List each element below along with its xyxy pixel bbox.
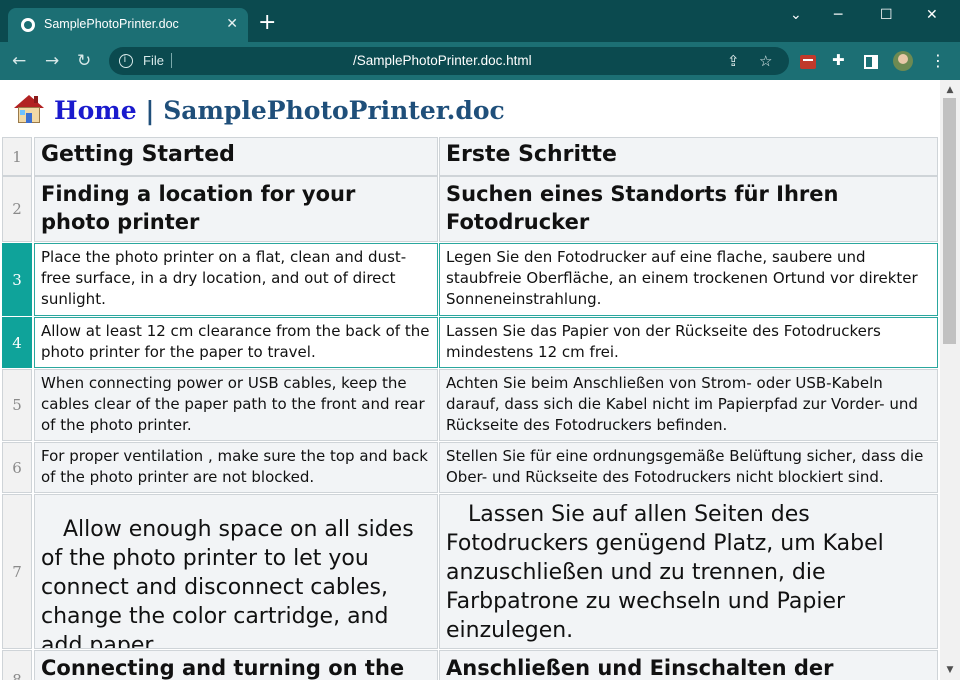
info-icon[interactable] xyxy=(119,54,133,68)
row-number: 3 xyxy=(2,243,32,316)
page-header: Home | SamplePhotoPrinter.doc xyxy=(14,94,505,127)
source-cell[interactable]: When connecting power or USB cables, kee… xyxy=(34,369,438,441)
source-cell[interactable]: Place the photo printer on a flat, clean… xyxy=(34,243,438,316)
maximize-button[interactable]: ☐ xyxy=(880,6,893,24)
target-cell[interactable]: Lassen Sie auf allen Seiten des Fotodruc… xyxy=(439,494,938,649)
scheme-label: File xyxy=(143,53,164,68)
table-row-selected[interactable]: 4 Allow at least 12 cm clearance from th… xyxy=(2,317,938,368)
bookmark-star-icon[interactable]: ☆ xyxy=(759,52,772,70)
browser-toolbar: ← → ↻ File /SamplePhotoPrinter.doc.html … xyxy=(0,42,960,80)
source-cell[interactable]: Finding a location for your photo printe… xyxy=(34,176,438,242)
tab-close-icon[interactable]: ✕ xyxy=(226,16,238,32)
row-number: 1 xyxy=(2,137,32,176)
address-bar[interactable]: File /SamplePhotoPrinter.doc.html ⇪ ☆ xyxy=(109,47,789,75)
table-row[interactable]: 8 Connecting and turning on the Anschlie… xyxy=(2,650,938,680)
browser-tab[interactable]: SamplePhotoPrinter.doc ✕ xyxy=(8,8,248,42)
row-number: 7 xyxy=(2,494,32,649)
table-row[interactable]: 7 Allow enough space on all sides of the… xyxy=(2,494,938,649)
target-cell[interactable]: Anschließen und Einschalten der xyxy=(439,650,938,680)
target-cell[interactable]: Achten Sie beim Anschließen von Strom- o… xyxy=(439,369,938,441)
browser-menu-icon[interactable]: ⋮ xyxy=(930,53,946,69)
browser-tab-strip: SamplePhotoPrinter.doc ✕ + ⌄ ─ ☐ ✕ xyxy=(0,0,960,42)
share-icon[interactable]: ⇪ xyxy=(727,52,740,70)
source-cell[interactable]: Getting Started xyxy=(34,137,438,176)
document-title: SamplePhotoPrinter.doc xyxy=(163,96,505,125)
row-number: 8 xyxy=(2,650,32,680)
row-number: 6 xyxy=(2,442,32,493)
back-button[interactable]: ← xyxy=(12,51,26,71)
table-row[interactable]: 6 For proper ventilation , make sure the… xyxy=(2,442,938,493)
extensions-puzzle-icon[interactable]: ✚ xyxy=(832,52,845,68)
source-cell[interactable]: Connecting and turning on the xyxy=(34,650,438,680)
table-row[interactable]: 1 Getting Started Erste Schritte xyxy=(2,137,938,176)
home-link[interactable]: Home xyxy=(54,96,137,125)
table-row[interactable]: 5 When connecting power or USB cables, k… xyxy=(2,369,938,441)
close-window-button[interactable]: ✕ xyxy=(926,6,938,24)
vertical-scrollbar[interactable]: ▲ ▼ xyxy=(940,80,960,680)
address-divider xyxy=(171,53,172,68)
source-cell[interactable]: Allow at least 12 cm clearance from the … xyxy=(34,317,438,368)
profile-avatar[interactable] xyxy=(893,51,913,71)
scrollbar-thumb[interactable] xyxy=(943,98,956,344)
table-row-selected[interactable]: 3 Place the photo printer on a flat, cle… xyxy=(2,243,938,316)
target-cell[interactable]: Suchen eines Standorts für Ihren Fotodru… xyxy=(439,176,938,242)
row-number: 2 xyxy=(2,176,32,242)
source-cell[interactable]: Allow enough space on all sides of the p… xyxy=(34,494,438,649)
target-cell[interactable]: Erste Schritte xyxy=(439,137,938,176)
title-separator: | xyxy=(145,96,155,125)
scroll-up-arrow-icon[interactable]: ▲ xyxy=(940,82,960,98)
target-cell[interactable]: Stellen Sie für eine ordnungsgemäße Belü… xyxy=(439,442,938,493)
table-row[interactable]: 2 Finding a location for your photo prin… xyxy=(2,176,938,242)
forward-button[interactable]: → xyxy=(45,51,59,71)
reload-button[interactable]: ↻ xyxy=(77,51,91,71)
row-number: 4 xyxy=(2,317,32,368)
target-cell[interactable]: Legen Sie den Fotodrucker auf eine flach… xyxy=(439,243,938,316)
house-icon xyxy=(14,94,44,124)
scroll-down-arrow-icon[interactable]: ▼ xyxy=(940,662,960,678)
minimize-button[interactable]: ─ xyxy=(834,6,842,24)
source-cell[interactable]: For proper ventilation , make sure the t… xyxy=(34,442,438,493)
row-number: 5 xyxy=(2,369,32,441)
new-tab-button[interactable]: + xyxy=(258,12,276,34)
tab-title: SamplePhotoPrinter.doc xyxy=(44,17,179,31)
tab-search-dropdown-icon[interactable]: ⌄ xyxy=(790,6,802,24)
url-text[interactable]: /SamplePhotoPrinter.doc.html xyxy=(353,53,532,68)
globe-icon xyxy=(21,18,35,32)
page-content: Home | SamplePhotoPrinter.doc 1 Getting … xyxy=(0,80,940,680)
side-panel-icon[interactable] xyxy=(864,55,878,69)
target-cell[interactable]: Lassen Sie das Papier von der Rückseite … xyxy=(439,317,938,368)
extension-icon[interactable] xyxy=(800,55,816,69)
